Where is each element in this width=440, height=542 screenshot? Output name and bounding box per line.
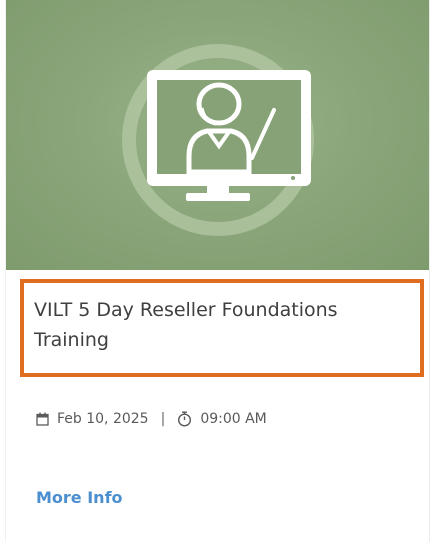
more-info-link[interactable]: More Info xyxy=(36,488,123,507)
stopwatch-icon xyxy=(177,411,192,427)
virtual-instructor-monitor-icon xyxy=(122,44,314,236)
course-title-highlight: VILT 5 Day Reseller Foundations Training xyxy=(20,279,424,377)
course-title[interactable]: VILT 5 Day Reseller Foundations Training xyxy=(34,295,410,355)
calendar-icon xyxy=(36,412,49,426)
course-schedule: Feb 10, 2025 | 09:00 AM xyxy=(36,407,267,431)
course-date: Feb 10, 2025 xyxy=(57,411,149,427)
course-time: 09:00 AM xyxy=(200,411,267,427)
course-thumbnail[interactable] xyxy=(6,0,429,270)
meta-separator: | xyxy=(160,411,166,427)
course-card[interactable]: VILT 5 Day Reseller Foundations Training… xyxy=(5,0,430,542)
